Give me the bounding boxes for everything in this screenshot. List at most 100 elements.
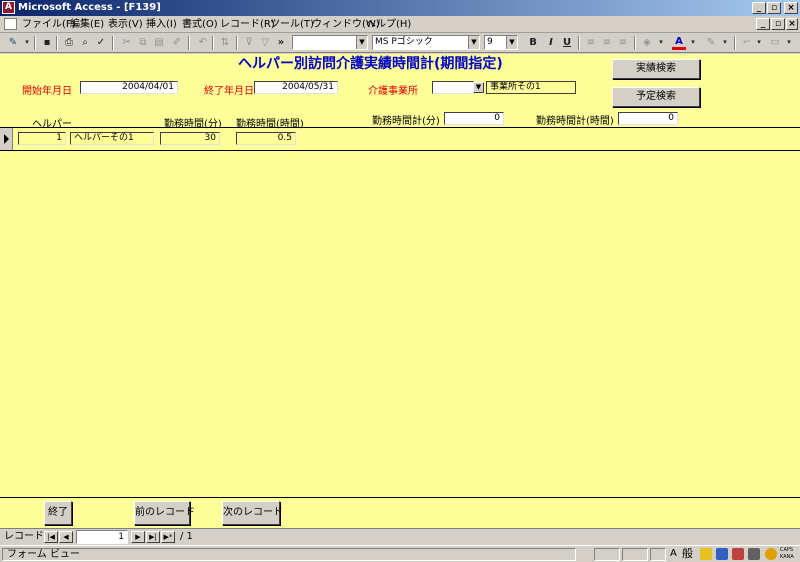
toolbar-separator [578,36,580,50]
ime-dictionary-icon[interactable] [716,548,728,560]
spell-check-icon[interactable]: ✓ [94,36,108,49]
menu-insert[interactable]: 挿入(I) [146,18,177,31]
design-view-icon[interactable]: ✎ [6,36,20,49]
prev-record-nav-button[interactable]: ◀ [59,531,73,543]
record-selector[interactable] [0,128,13,150]
minimize-button[interactable]: _ [752,2,766,14]
chevron-down-icon[interactable]: ▼ [356,36,367,49]
more-buttons-icon[interactable]: » [274,36,288,49]
current-record-input[interactable]: 1 [76,530,128,544]
table-row[interactable]: 1 ヘルパーその1 30 0.5 [0,128,800,150]
menu-bar: ファイル(F) 編集(E) 表示(V) 挿入(I) 書式(O) レコード(R) … [0,16,800,33]
chevron-down-icon[interactable]: ▼ [473,82,484,93]
underline-button[interactable]: U [560,36,574,49]
align-right-icon[interactable]: ≡ [616,36,630,49]
form-title: ヘルパー別訪問介護実績時間計(期間指定) [238,56,503,72]
font-name-combo[interactable]: MS Pゴシック ▼ [372,35,480,50]
filter-icon[interactable]: ⊽ [242,36,256,49]
bold-button[interactable]: B [526,36,540,49]
menu-records[interactable]: レコード(R) [220,18,275,31]
font-size-combo[interactable]: 9 ▼ [484,35,518,50]
ime-settings-icon[interactable] [748,548,760,560]
office-name-field: 事業所その1 [486,81,576,94]
helper-id-field[interactable]: 1 [18,132,66,145]
new-record-button[interactable]: ▶* [161,531,175,543]
status-bar: フォーム ビュー A 般 CAPS KANA [0,545,800,562]
start-date-field[interactable]: 2004/04/01 [80,81,178,94]
chevron-down-icon[interactable]: ▾ [752,36,766,49]
menu-format[interactable]: 書式(O) [182,18,218,31]
help-icon[interactable] [765,548,777,560]
end-date-field[interactable]: 2004/05/31 [254,81,338,94]
next-record-nav-button[interactable]: ▶ [131,531,145,543]
object-combo[interactable]: ▼ [292,35,368,50]
child-restore-button[interactable]: ▫ [771,18,785,30]
fill-color-icon[interactable]: ◈ [640,36,654,49]
paste-icon[interactable]: ▤ [152,36,166,49]
child-minimize-button[interactable]: _ [756,18,770,30]
toolbar-separator [56,36,58,50]
menu-edit[interactable]: 編集(E) [70,18,104,31]
format-painter-icon[interactable]: ✐ [170,36,184,49]
italic-button[interactable]: I [544,36,558,49]
total-minutes-field[interactable]: 0 [444,112,504,125]
chevron-down-icon[interactable]: ▾ [654,36,668,49]
toolbar-separator [112,36,114,50]
form-icon[interactable] [4,18,17,30]
save-icon[interactable]: ▪ [40,36,54,49]
access-app-icon[interactable]: A [2,1,15,14]
ime-pad-icon[interactable] [700,548,712,560]
ime-mode-label[interactable]: 般 [682,547,693,561]
close-button[interactable]: × [784,2,798,14]
filter-form-icon[interactable]: ▽ [258,36,272,49]
align-left-icon[interactable]: ≡ [584,36,598,49]
record-navigation-bar: レコード: |◀ ◀ 1 ▶ ▶| ▶* / 1 [0,528,800,545]
end-date-label: 終了年月日 [204,86,254,97]
minutes-field[interactable]: 30 [160,132,220,145]
sort-icon[interactable]: ⇅ [218,36,232,49]
toolbar: ✎ ▾ ▪ ⎙ ⌕ ✓ ✂ ⧉ ▤ ✐ ↶ ⇅ ⊽ ▽ » ▼ MS Pゴシック… [0,33,800,53]
ime-tool-icon[interactable] [732,548,744,560]
font-color-icon[interactable]: A [672,36,686,50]
print-preview-icon[interactable]: ⌕ [78,36,92,49]
first-record-button[interactable]: |◀ [44,531,58,543]
maximize-button[interactable]: ▫ [767,2,781,14]
form-footer: 終了 前のレコード 次のレコード [0,497,800,528]
search-actual-button[interactable]: 実績検索 [612,59,700,79]
chevron-down-icon[interactable]: ▾ [782,36,796,49]
align-center-icon[interactable]: ≡ [600,36,614,49]
print-icon[interactable]: ⎙ [62,36,76,49]
chevron-down-icon[interactable]: ▾ [20,36,34,49]
chevron-down-icon[interactable]: ▾ [686,36,700,49]
chevron-down-icon[interactable]: ▾ [718,36,732,49]
total-hours-field[interactable]: 0 [618,112,678,125]
row-divider [0,150,800,151]
menu-file[interactable]: ファイル(F) [22,18,76,31]
cut-icon[interactable]: ✂ [120,36,134,49]
special-effect-icon[interactable]: ▭ [768,36,782,49]
copy-icon[interactable]: ⧉ [136,36,150,49]
menu-tools[interactable]: ツール(T) [270,18,314,31]
helper-name-field[interactable]: ヘルパーその1 [70,132,154,145]
toolbar-separator [212,36,214,50]
font-name-value: MS Pゴシック [375,37,433,47]
undo-icon[interactable]: ↶ [196,36,210,49]
search-planned-button[interactable]: 予定検索 [612,87,700,107]
office-code-combo[interactable] [432,81,474,94]
last-record-button[interactable]: ▶| [146,531,160,543]
total-minutes-label: 勤務時間計(分) [372,116,440,127]
previous-record-button[interactable]: 前のレコード [134,501,195,525]
child-close-button[interactable]: × [786,18,798,30]
title-bar: A Microsoft Access - [F139] _ ▫ × [0,0,800,16]
menu-view[interactable]: 表示(V) [108,18,143,31]
chevron-down-icon[interactable]: ▼ [468,36,479,49]
menu-help[interactable]: ヘルプ(H) [366,18,411,31]
kana-indicator: KANA [780,554,794,560]
line-color-icon[interactable]: ✎ [704,36,718,49]
next-record-button[interactable]: 次のレコード [222,501,283,525]
chevron-down-icon[interactable]: ▼ [506,36,517,49]
hours-field[interactable]: 0.5 [236,132,296,145]
toolbar-separator [634,36,636,50]
ime-input-icon[interactable]: A [670,547,677,561]
close-form-button[interactable]: 終了 [44,501,72,525]
